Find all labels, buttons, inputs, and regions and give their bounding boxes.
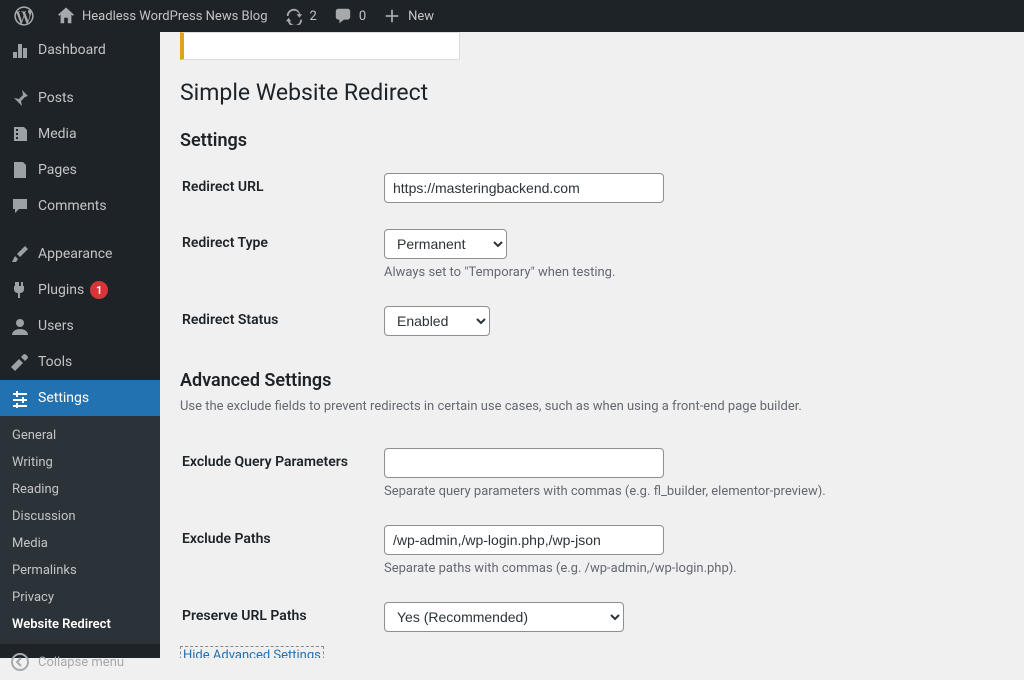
- redirect-type-label: Redirect Type: [182, 217, 382, 292]
- sidebar-item-tools[interactable]: Tools: [0, 344, 160, 380]
- wordpress-icon: [14, 6, 34, 26]
- advanced-form-table: Exclude Query Parameters Separate query …: [180, 434, 1004, 646]
- redirect-url-label: Redirect URL: [182, 161, 382, 215]
- home-icon: [56, 6, 76, 26]
- wp-logo-menu[interactable]: [6, 0, 48, 32]
- sidebar-item-media[interactable]: Media: [0, 116, 160, 152]
- sidebar-item-appearance[interactable]: Appearance: [0, 236, 160, 272]
- sidebar-item-dashboard[interactable]: Dashboard: [0, 32, 160, 68]
- plug-icon: [10, 280, 30, 300]
- sidebar-item-comments[interactable]: Comments: [0, 188, 160, 224]
- wrench-icon: [10, 352, 30, 372]
- page-icon: [10, 160, 30, 180]
- exclude-query-note: Separate query parameters with commas (e…: [384, 484, 992, 499]
- sidebar-item-label: Settings: [38, 390, 89, 406]
- admin-sidebar: Dashboard Posts Media Pages Comments App…: [0, 32, 160, 658]
- plugins-badge: 1: [90, 281, 108, 299]
- brush-icon: [10, 244, 30, 264]
- sidebar-item-label: Dashboard: [38, 42, 106, 58]
- comments-link[interactable]: 0: [325, 0, 374, 32]
- settings-submenu: General Writing Reading Discussion Media…: [0, 416, 160, 644]
- submenu-website-redirect[interactable]: Website Redirect: [0, 611, 160, 638]
- sidebar-item-label: Plugins: [38, 282, 84, 298]
- media-icon: [10, 124, 30, 144]
- exclude-query-label: Exclude Query Parameters: [182, 436, 382, 511]
- admin-notice: [180, 32, 460, 60]
- redirect-status-label: Redirect Status: [182, 294, 382, 348]
- sidebar-item-label: Appearance: [38, 246, 112, 262]
- submenu-media[interactable]: Media: [0, 530, 160, 557]
- comments-count: 0: [359, 9, 366, 24]
- user-icon: [10, 316, 30, 336]
- sidebar-item-pages[interactable]: Pages: [0, 152, 160, 188]
- sidebar-item-label: Pages: [38, 162, 77, 178]
- sidebar-item-users[interactable]: Users: [0, 308, 160, 344]
- comment-icon: [333, 6, 353, 26]
- sidebar-item-posts[interactable]: Posts: [0, 80, 160, 116]
- collapse-label: Collapse menu: [38, 655, 124, 670]
- new-content-link[interactable]: New: [374, 0, 442, 32]
- site-name: Headless WordPress News Blog: [82, 9, 268, 24]
- sidebar-item-label: Comments: [38, 198, 107, 214]
- page-title: Simple Website Redirect: [180, 70, 1004, 110]
- preserve-paths-label: Preserve URL Paths: [182, 590, 382, 644]
- collapse-menu[interactable]: Collapse menu: [0, 644, 160, 680]
- settings-heading: Settings: [180, 130, 1004, 151]
- main-content: Simple Website Redirect Settings Redirec…: [160, 32, 1024, 658]
- redirect-type-note: Always set to "Temporary" when testing.: [384, 265, 992, 280]
- hide-advanced-toggle[interactable]: Hide Advanced Settings: [180, 646, 324, 658]
- pin-icon: [10, 88, 30, 108]
- exclude-paths-label: Exclude Paths: [182, 513, 382, 588]
- sidebar-item-plugins[interactable]: Plugins 1: [0, 272, 160, 308]
- submenu-privacy[interactable]: Privacy: [0, 584, 160, 611]
- settings-form-table: Redirect URL Redirect Type Permanent Alw…: [180, 159, 1004, 350]
- site-name-link[interactable]: Headless WordPress News Blog: [48, 0, 276, 32]
- advanced-heading: Advanced Settings: [180, 370, 1004, 391]
- exclude-paths-note: Separate paths with commas (e.g. /wp-adm…: [384, 561, 992, 576]
- redirect-status-select[interactable]: Enabled: [384, 306, 490, 336]
- submenu-reading[interactable]: Reading: [0, 476, 160, 503]
- plus-icon: [382, 6, 402, 26]
- new-label: New: [408, 9, 434, 24]
- comment-icon: [10, 196, 30, 216]
- submenu-general[interactable]: General: [0, 422, 160, 449]
- updates-count: 2: [310, 9, 317, 24]
- sliders-icon: [10, 388, 30, 408]
- sidebar-item-label: Users: [38, 318, 74, 334]
- sidebar-item-label: Media: [38, 126, 77, 142]
- sidebar-item-label: Tools: [38, 354, 72, 370]
- submenu-writing[interactable]: Writing: [0, 449, 160, 476]
- collapse-icon: [10, 652, 30, 672]
- submenu-discussion[interactable]: Discussion: [0, 503, 160, 530]
- redirect-url-input[interactable]: [384, 173, 664, 203]
- sidebar-item-settings[interactable]: Settings: [0, 380, 160, 416]
- refresh-icon: [284, 6, 304, 26]
- preserve-paths-select[interactable]: Yes (Recommended): [384, 602, 624, 632]
- advanced-description: Use the exclude fields to prevent redire…: [180, 399, 1004, 414]
- dashboard-icon: [10, 40, 30, 60]
- updates-link[interactable]: 2: [276, 0, 325, 32]
- exclude-query-input[interactable]: [384, 448, 664, 478]
- submenu-permalinks[interactable]: Permalinks: [0, 557, 160, 584]
- exclude-paths-input[interactable]: [384, 525, 664, 555]
- sidebar-item-label: Posts: [38, 90, 74, 106]
- redirect-type-select[interactable]: Permanent: [384, 229, 507, 259]
- admin-bar: Headless WordPress News Blog 2 0 New: [0, 0, 1024, 32]
